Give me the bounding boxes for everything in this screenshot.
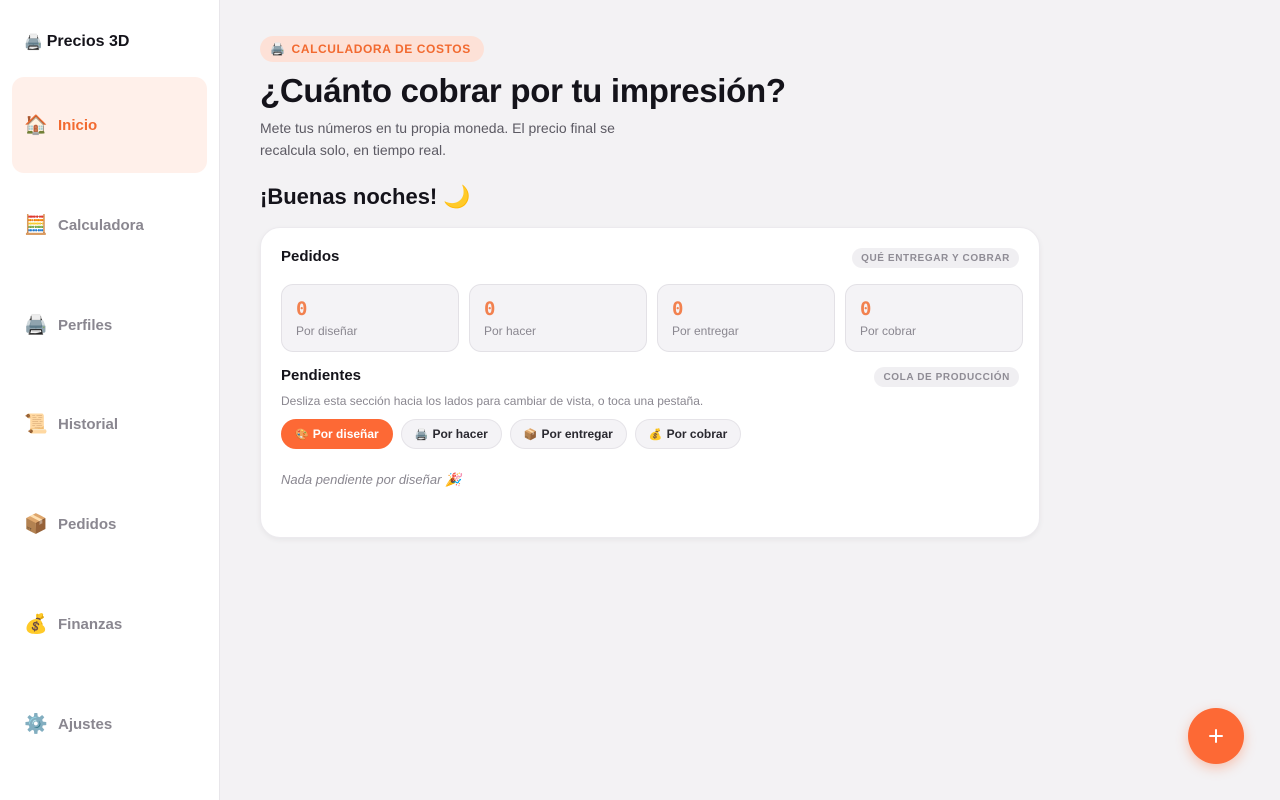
home-icon: 🏠 [24,115,48,136]
sidebar-item-calculadora[interactable]: 🧮 Calculadora [12,177,207,273]
stat-label: Por entregar [672,324,739,338]
printer-icon: 🖨️ [414,428,429,441]
palette-icon: 🎨 [295,428,309,441]
sidebar-item-label: Inicio [58,116,98,134]
stat-value: 0 [860,298,872,320]
sidebar-item-finanzas[interactable]: 💰 Finanzas [12,576,207,672]
empty-state-message: Nada pendiente por diseñar 🎉 [281,472,462,487]
tab-label: Por diseñar [312,427,379,441]
plus-icon [1209,729,1223,743]
stat-value: 0 [484,298,496,320]
printer-icon: 🖨️ [24,315,48,336]
sidebar-item-historial[interactable]: 📜 Historial [12,376,207,472]
sidebar-item-pedidos[interactable]: 📦 Pedidos [12,476,207,572]
tab-label: Por hacer [432,427,488,441]
stat-por-disenar[interactable]: 0 Por diseñar [281,284,459,352]
sidebar: 🖨️ Precios 3D 🏠 Inicio 🧮 Calculadora 🖨️ … [0,0,220,800]
sidebar-item-inicio[interactable]: 🏠 Inicio [12,77,207,173]
tab-label: Por entregar [541,427,613,441]
tab-por-hacer[interactable]: 🖨️ Por hacer [400,419,502,449]
sidebar-item-label: Finanzas [58,615,123,633]
brand[interactable]: 🖨️ Precios 3D [24,31,129,53]
abacus-icon: 🧮 [24,215,48,236]
stat-value: 0 [672,298,684,320]
stat-value: 0 [296,298,308,320]
orders-chip: QUÉ ENTREGAR Y COBRAR [852,248,1019,268]
stat-label: Por diseñar [296,324,358,338]
pending-tabs: 🎨 Por diseñar 🖨️ Por hacer 📦 Por entrega… [281,419,742,449]
pending-header: Pendientes COLA DE PRODUCCIÓN [281,367,1019,389]
stat-por-cobrar[interactable]: 0 Por cobrar [845,284,1023,352]
tab-por-entregar[interactable]: 📦 Por entregar [509,419,627,449]
sidebar-item-label: Pedidos [58,515,117,533]
orders-header: Pedidos QUÉ ENTREGAR Y COBRAR [281,248,1019,270]
stat-por-hacer[interactable]: 0 Por hacer [469,284,647,352]
orders-card: Pedidos QUÉ ENTREGAR Y COBRAR 0 Por dise… [260,227,1040,538]
tab-por-cobrar[interactable]: 💰 Por cobrar [634,419,742,449]
sidebar-item-label: Ajustes [58,715,113,733]
money-bag-icon: 💰 [24,614,48,635]
orders-title: Pedidos [281,248,340,265]
sidebar-item-perfiles[interactable]: 🖨️ Perfiles [12,277,207,373]
tab-por-disenar[interactable]: 🎨 Por diseñar [281,419,393,449]
pending-title: Pendientes [281,367,362,384]
page-subtitle: Mete tus números en tu propia moneda. El… [260,120,615,158]
orders-stats: 0 Por diseñar 0 Por hacer 0 Por entregar… [281,284,1023,352]
sidebar-item-label: Calculadora [58,216,144,234]
gear-icon: ⚙️ [24,714,48,735]
brand-name: Precios 3D [46,33,130,50]
section-pill: 🖨️ CALCULADORA DE COSTOS [260,36,484,62]
sidebar-item-label: Perfiles [58,316,113,334]
app: 🖨️ Precios 3D 🏠 Inicio 🧮 Calculadora 🖨️ … [0,0,1280,800]
stat-por-entregar[interactable]: 0 Por entregar [657,284,835,352]
scroll-icon: 📜 [24,414,48,435]
add-button[interactable] [1188,708,1244,764]
section-pill-label: CALCULADORA DE COSTOS [291,42,471,56]
package-icon: 📦 [24,514,48,535]
printer-icon: 🖨️ [270,42,286,56]
pending-hint: Desliza esta sección hacia los lados par… [281,394,704,408]
tab-label: Por cobrar [666,427,728,441]
stat-label: Por hacer [484,324,537,338]
page-title: ¿Cuánto cobrar por tu impresión? [260,72,786,109]
money-bag-icon: 💰 [648,428,663,441]
stat-label: Por cobrar [860,324,917,338]
printer-icon: 🖨️ [24,34,43,51]
sidebar-item-label: Historial [58,415,119,433]
sidebar-item-ajustes[interactable]: ⚙️ Ajustes [12,676,207,772]
pending-chip: COLA DE PRODUCCIÓN [874,367,1019,387]
greeting: ¡Buenas noches! 🌙 [260,184,471,209]
package-icon: 📦 [523,428,538,441]
